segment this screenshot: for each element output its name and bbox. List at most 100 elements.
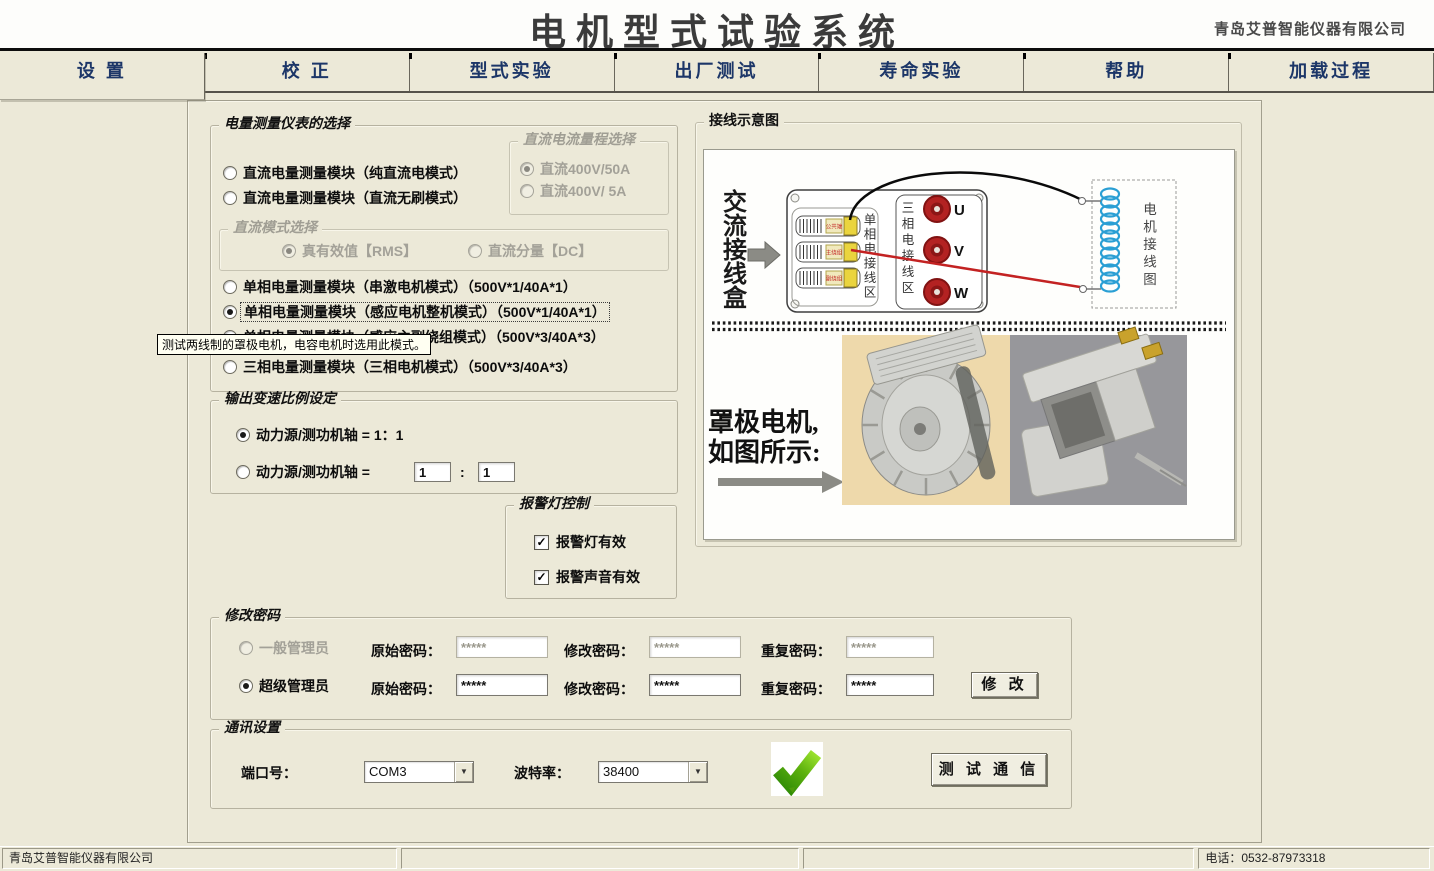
new-password-label: 修改密码： (564, 641, 634, 661)
checkbox-alarm-sound[interactable]: ✓ 报警声音有效 (534, 568, 640, 586)
radio-label: 动力源/测功机轴 = (256, 463, 370, 481)
test-comm-button[interactable]: 测 试 通 信 (931, 753, 1047, 786)
radio-circle-icon (239, 641, 253, 655)
radio-super-admin[interactable]: 超级管理员 (239, 677, 329, 695)
tab-type-test[interactable]: 型式实验 (410, 53, 615, 91)
caption-line1: 罩极电机, (708, 408, 819, 437)
radio-label: 动力源/测功机轴 = 1：1 (256, 426, 403, 444)
tab-load-process[interactable]: 加载过程 (1229, 53, 1434, 91)
tab-label: 校 正 (282, 61, 332, 81)
ratio-colon: : (460, 464, 465, 480)
company-name: 青岛艾普智能仪器有限公司 (1214, 18, 1406, 39)
group-title: 接线示意图 (704, 114, 784, 130)
dropdown-arrow-icon[interactable]: ▼ (688, 762, 707, 782)
general-new-password-field (649, 636, 741, 658)
radio-single-phase-series-motor[interactable]: 单相电量测量模块（串激电机模式）（500V*1/40A*1） (223, 278, 577, 296)
super-repeat-password-field[interactable] (846, 674, 934, 696)
port-value: COM3 (365, 762, 454, 782)
arrow-right-icon (748, 242, 780, 268)
radio-label: 直流400V/50A (540, 160, 630, 178)
radio-ratio-custom[interactable]: 动力源/测功机轴 = (236, 463, 370, 481)
status-panel-empty (803, 848, 1194, 869)
checkbox-icon: ✓ (534, 535, 549, 550)
tab-factory-test[interactable]: 出厂测试 (615, 53, 820, 91)
tab-help[interactable]: 帮助 (1024, 53, 1229, 91)
port-select[interactable]: COM3 ▼ (364, 761, 474, 783)
super-new-password-field[interactable] (649, 674, 741, 696)
app-window: 电机型式试验系统 青岛艾普智能仪器有限公司 设 置 校 正 型式实验 出厂测试 … (0, 0, 1434, 871)
status-panel-empty (401, 848, 798, 869)
checkbox-label: 报警灯有效 (556, 533, 626, 551)
radio-circle-icon (223, 305, 237, 319)
wiring-diagram-image: 交流接线盒 公共端 (703, 149, 1235, 540)
ratio-denominator-input[interactable] (478, 462, 515, 482)
radio-circle-icon (223, 191, 237, 205)
wire-connector (1080, 286, 1087, 293)
radio-label: 真有效值【RMS】 (302, 242, 417, 260)
group-title: 通讯设置 (219, 721, 285, 737)
radio-label: 单相电量测量模块（串激电机模式）（500V*1/40A*1） (243, 278, 577, 296)
tab-label: 设 置 (77, 61, 127, 81)
change-password-group: 修改密码 一般管理员 原始密码： 修改密码： 重复密码： 超级管理员 原始密码：… (210, 617, 1072, 720)
terminal-u-label: U (954, 202, 965, 219)
tab-settings[interactable]: 设 置 (0, 53, 205, 100)
radio-general-admin: 一般管理员 (239, 639, 329, 657)
output-ratio-group: 输出变速比例设定 动力源/测功机轴 = 1：1 动力源/测功机轴 = : (210, 400, 678, 494)
comm-settings-group: 通讯设置 端口号： COM3 ▼ 波特率： 38400 ▼ (210, 729, 1072, 809)
radio-single-phase-induction-whole[interactable]: 单相电量测量模块（感应电机整机模式）（500V*1/40A*1） (223, 303, 610, 321)
tab-calibration[interactable]: 校 正 (205, 53, 410, 91)
radio-label: 直流分量【DC】 (488, 242, 592, 260)
svg-text:主绕组: 主绕组 (826, 249, 843, 257)
tooltip: 测试两线制的罩极电机，电容电机时选用此模式。 (157, 334, 431, 355)
general-old-password-field (456, 636, 548, 658)
radio-dc-component: 直流分量【DC】 (468, 242, 592, 260)
photo-shaded-pole-motor-frame (1010, 321, 1187, 505)
single-phase-area-label: 单相电接线区 (864, 213, 877, 300)
radio-circle-icon (223, 280, 237, 294)
radio-true-rms: 真有效值【RMS】 (282, 242, 417, 260)
tab-life-test[interactable]: 寿命实验 (819, 53, 1024, 91)
radio-label: 直流400V/ 5A (540, 182, 626, 200)
caption-line2: 如图所示: (708, 438, 821, 467)
arrow-right-icon (718, 471, 844, 493)
dropdown-arrow-icon[interactable]: ▼ (454, 762, 473, 782)
baud-label: 波特率： (514, 763, 570, 783)
status-company: 青岛艾普智能仪器有限公司 (2, 848, 397, 869)
wiring-diagram-group: 接线示意图 交流接线盒 (695, 122, 1242, 547)
checkbox-icon: ✓ (534, 570, 549, 585)
title-bar: 电机型式试验系统 青岛艾普智能仪器有限公司 (0, 0, 1434, 48)
radio-dc-pure-mode[interactable]: 直流电量测量模块（纯直流电模式） (223, 164, 467, 182)
modify-password-button[interactable]: 修 改 (971, 672, 1038, 698)
radio-ratio-1-1[interactable]: 动力源/测功机轴 = 1：1 (236, 426, 403, 444)
repeat-password-label: 重复密码： (761, 641, 831, 661)
tab-label: 加载过程 (1289, 61, 1373, 81)
radio-circle-icon (468, 244, 482, 258)
ac-box-label: 交流接线盒 (722, 188, 748, 312)
radio-circle-icon (236, 428, 250, 442)
terminal-v-label: V (954, 243, 964, 260)
tab-bar: 设 置 校 正 型式实验 出厂测试 寿命实验 帮助 加载过程 (0, 53, 1434, 93)
radio-label: 三相电量测量模块（三相电机模式）（500V*3/40A*3） (243, 358, 577, 376)
radio-label: 超级管理员 (259, 677, 329, 695)
new-password-label: 修改密码： (564, 679, 634, 699)
ratio-numerator-input[interactable] (414, 462, 451, 482)
radio-label: 直流电量测量模块（直流无刷模式） (243, 189, 467, 207)
terminal-row-main-winding: 主绕组 (796, 242, 860, 262)
radio-dc-brushless-mode[interactable]: 直流电量测量模块（直流无刷模式） (223, 189, 467, 207)
group-title: 输出变速比例设定 (219, 392, 341, 408)
radio-three-phase-motor[interactable]: 三相电量测量模块（三相电机模式）（500V*3/40A*3） (223, 358, 577, 376)
super-old-password-field[interactable] (456, 674, 548, 696)
motor-box-label: 电机接线图 (1143, 202, 1157, 287)
checkbox-label: 报警声音有效 (556, 568, 640, 586)
checkbox-alarm-light[interactable]: ✓ 报警灯有效 (534, 533, 626, 551)
dc-range-group: 直流电流量程选择 直流400V/50A 直流400V/ 5A (509, 141, 669, 215)
group-title: 直流模式选择 (228, 221, 322, 237)
status-phone: 电话：0532-87973318 (1198, 848, 1430, 869)
radio-circle-icon (236, 465, 250, 479)
radio-circle-icon (239, 679, 253, 693)
baud-select[interactable]: 38400 ▼ (598, 761, 708, 783)
header-divider (0, 48, 1434, 51)
old-password-label: 原始密码： (371, 679, 441, 699)
radio-circle-icon (223, 166, 237, 180)
terminal-row-aux-winding: 副绕组 (796, 268, 860, 288)
